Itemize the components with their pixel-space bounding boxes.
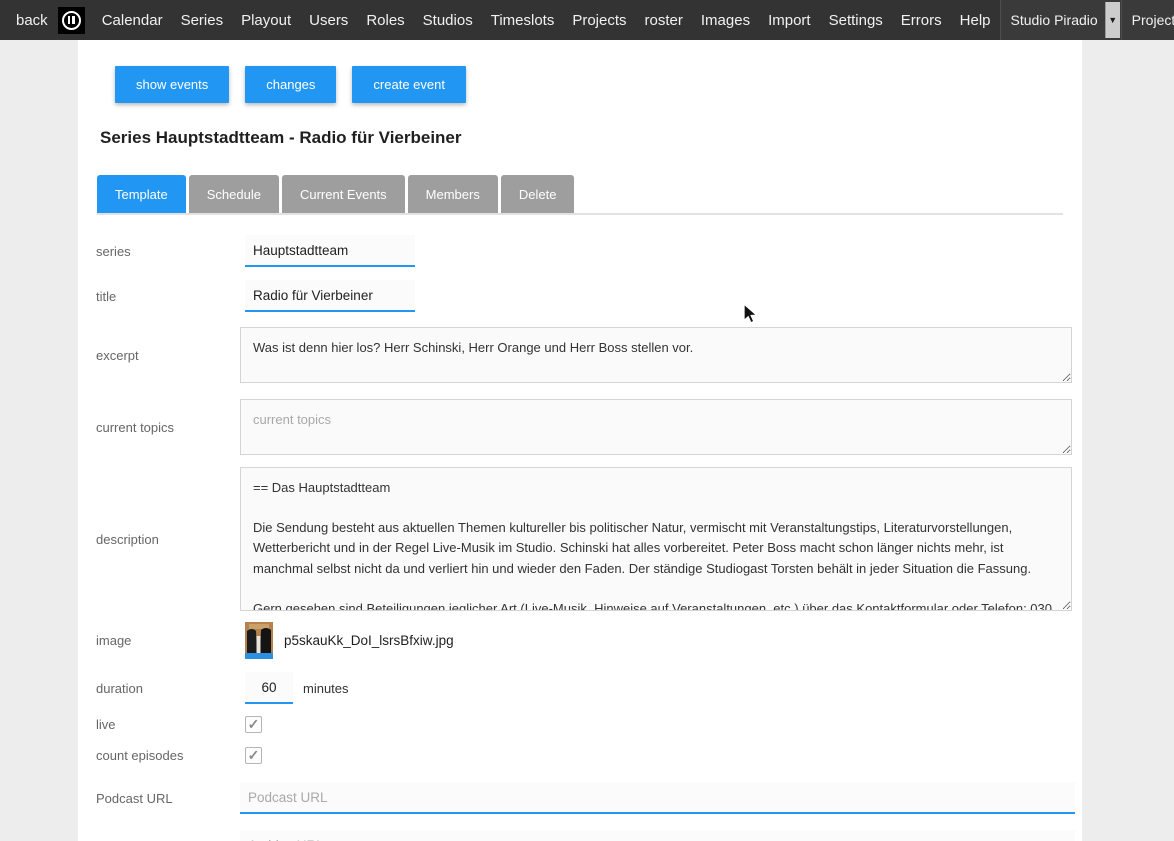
nav-item-playout[interactable]: Playout xyxy=(232,12,300,29)
live-checkbox[interactable]: ✓ xyxy=(245,716,262,733)
studio-select-value: Studio Piradio xyxy=(1011,12,1098,28)
nav-item-studios[interactable]: Studios xyxy=(414,12,482,29)
nav-item-help[interactable]: Help xyxy=(951,12,1000,29)
changes-button[interactable]: changes xyxy=(245,66,336,103)
tab-template[interactable]: Template xyxy=(97,175,186,213)
check-icon: ✓ xyxy=(248,748,260,762)
nav-item-roster[interactable]: roster xyxy=(636,12,692,29)
excerpt-row: excerpt Was ist denn hier los? Herr Schi… xyxy=(78,327,1082,383)
duration-row: duration minutes xyxy=(78,672,1082,704)
image-label: image xyxy=(78,633,240,648)
duration-label: duration xyxy=(78,681,240,696)
page-title: Series Hauptstadtteam - Radio für Vierbe… xyxy=(100,128,1082,148)
nav-item-images[interactable]: Images xyxy=(692,12,759,29)
image-filename: p5skauKk_DoI_lsrsBfxiw.jpg xyxy=(284,633,454,648)
project-select-value: Project 88vier xyxy=(1132,12,1174,28)
show-events-button[interactable]: show events xyxy=(115,66,229,103)
description-textarea[interactable]: == Das Hauptstadtteam Die Sendung besteh… xyxy=(240,467,1072,611)
tab-delete[interactable]: Delete xyxy=(501,175,575,213)
chevron-down-icon: ▼ xyxy=(1105,2,1120,38)
nav-item-settings[interactable]: Settings xyxy=(820,12,892,29)
archive-url-row: Archive URL xyxy=(78,830,1082,841)
navbar-right-group: Studio Piradio ▼ Project 88vier ▼ Logout… xyxy=(1000,0,1174,40)
series-image-thumbnail[interactable] xyxy=(245,622,273,659)
live-label: live xyxy=(78,717,240,732)
title-label: title xyxy=(78,289,240,304)
description-row: description == Das Hauptstadtteam Die Se… xyxy=(78,467,1082,611)
tab-bar: Template Schedule Current Events Members… xyxy=(97,175,1063,215)
excerpt-label: excerpt xyxy=(78,348,240,363)
tab-members[interactable]: Members xyxy=(408,175,498,213)
nav-item-calendar[interactable]: Calendar xyxy=(93,12,172,29)
current-topics-row: current topics xyxy=(78,399,1082,455)
series-input[interactable] xyxy=(245,235,415,267)
check-icon: ✓ xyxy=(248,717,260,731)
title-row: title xyxy=(78,280,1082,312)
excerpt-textarea[interactable]: Was ist denn hier los? Herr Schinski, He… xyxy=(240,327,1072,383)
nav-item-projects[interactable]: Projects xyxy=(563,12,635,29)
nav-item-roles[interactable]: Roles xyxy=(357,12,413,29)
nav-item-import[interactable]: Import xyxy=(759,12,820,29)
current-topics-label: current topics xyxy=(78,420,240,435)
action-toolbar: show events changes create event xyxy=(115,66,1082,103)
pause-circle-icon xyxy=(62,11,81,30)
tab-schedule[interactable]: Schedule xyxy=(189,175,279,213)
series-row: series xyxy=(78,235,1082,267)
series-label: series xyxy=(78,244,240,259)
description-label: description xyxy=(78,532,240,547)
duration-input[interactable] xyxy=(245,672,293,704)
duration-unit-label: minutes xyxy=(303,681,349,696)
nav-item-timeslots[interactable]: Timeslots xyxy=(482,12,564,29)
podcast-url-label: Podcast URL xyxy=(78,791,240,806)
nav-item-users[interactable]: Users xyxy=(300,12,357,29)
piradio-logo-icon[interactable] xyxy=(58,7,85,34)
count-episodes-label: count episodes xyxy=(78,748,240,763)
project-select[interactable]: Project 88vier ▼ xyxy=(1121,0,1174,40)
current-topics-textarea[interactable] xyxy=(240,399,1072,455)
podcast-url-row: Podcast URL xyxy=(78,782,1082,814)
image-row: image p5skauKk_DoI_lsrsBfxiw.jpg xyxy=(78,621,1082,659)
top-navbar: back Calendar Series Playout Users Roles… xyxy=(0,0,1174,40)
nav-item-errors[interactable]: Errors xyxy=(892,12,951,29)
title-input[interactable] xyxy=(245,280,415,312)
live-row: live ✓ xyxy=(78,716,1082,733)
archive-url-input[interactable] xyxy=(240,830,1075,841)
create-event-button[interactable]: create event xyxy=(352,66,466,103)
podcast-url-input[interactable] xyxy=(240,782,1075,814)
count-episodes-row: count episodes ✓ xyxy=(78,747,1082,764)
back-link[interactable]: back xyxy=(16,12,58,29)
nav-item-series[interactable]: Series xyxy=(172,12,233,29)
tab-current-events[interactable]: Current Events xyxy=(282,175,405,213)
count-episodes-checkbox[interactable]: ✓ xyxy=(245,747,262,764)
template-form: series title excerpt Was ist denn hier l… xyxy=(78,235,1082,841)
studio-select[interactable]: Studio Piradio ▼ xyxy=(1000,0,1121,40)
series-detail-card: show events changes create event Series … xyxy=(78,40,1082,841)
